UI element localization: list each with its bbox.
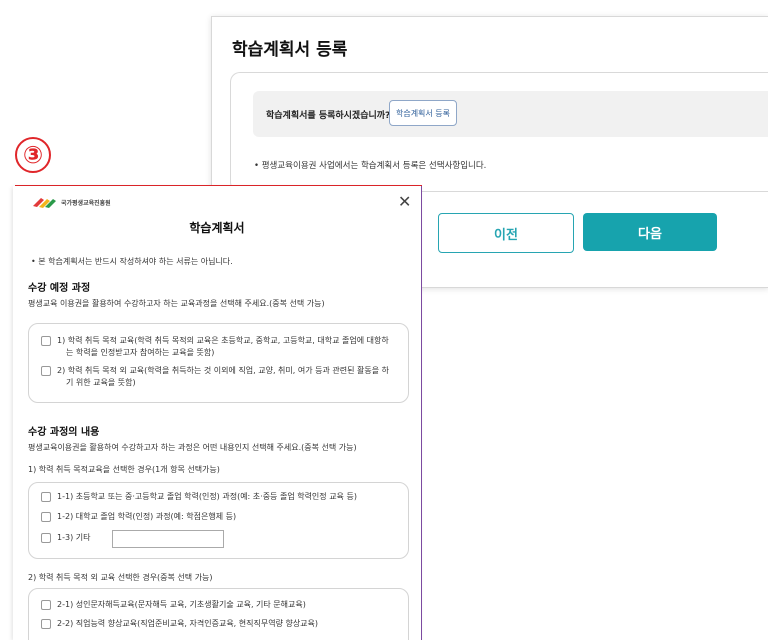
option-1-2[interactable]: 1-2) 대학교 졸업 학력(인정) 과정(예: 학점은행제 등) [41, 511, 236, 523]
option-label: 1-2) 대학교 졸업 학력(인정) 과정(예: 학점은행제 등) [57, 512, 237, 521]
checkbox[interactable] [41, 336, 51, 346]
register-question: 학습계획서를 등록하시겠습니까? [266, 111, 391, 121]
checkbox[interactable] [41, 619, 51, 629]
option-label-line: 기 위한 교육을 뜻함) [66, 378, 136, 387]
group2-label: 2) 학력 취득 목적 외 교육 선택한 경우(중복 선택 가능) [28, 573, 213, 582]
prev-button[interactable]: 이전 [438, 213, 574, 253]
checkbox[interactable] [41, 533, 51, 543]
option-1-1[interactable]: 1-1) 초등학교 또는 중·고등학교 졸업 학력(인정) 과정(예: 초·중등… [41, 491, 357, 503]
group2-options: 2-1) 성인문자해득교육(문자해득 교육, 기초생활기술 교육, 기타 문해교… [28, 588, 409, 640]
question-bar: 학습계획서를 등록하시겠습니까? 학습계획서 등록 [253, 91, 768, 137]
option-label: 1) 학력 취득 목적 교육(학력 취득 목적의 교육은 초등학교, 중학교, … [57, 335, 389, 359]
option-1-3[interactable]: 1-3) 기타 [41, 532, 90, 544]
option-label: 2-1) 성인문자해득교육(문자해득 교육, 기초생활기술 교육, 기타 문해교… [57, 600, 306, 609]
logo-icon [33, 198, 56, 208]
checkbox[interactable] [41, 512, 51, 522]
option-label: 1-1) 초등학교 또는 중·고등학교 졸업 학력(인정) 과정(예: 초·중등… [57, 492, 357, 501]
section-desc-planned: 평생교육 이용권을 활용하여 수강하고자 하는 교육과정을 선택해 주세요.(중… [28, 299, 325, 308]
group1-label: 1) 학력 취득 목적교육을 선택한 경우(1개 항목 선택가능) [28, 465, 220, 474]
option-label: 2) 학력 취득 목적 외 교육(학력을 취득하는 것 이외에 직업, 교양, … [57, 365, 389, 389]
modal-note: • 본 학습계획서는 반드시 작성하셔야 하는 서류는 아닙니다. [31, 257, 233, 266]
option-academic[interactable]: 1) 학력 취득 목적 교육(학력 취득 목적의 교육은 초등학교, 중학교, … [41, 335, 389, 359]
option-2-2[interactable]: 2-2) 직업능력 향상교육(직업준비교육, 자격인증교육, 현직직무역량 향상… [41, 618, 318, 630]
next-button[interactable]: 다음 [583, 213, 717, 251]
etc-input[interactable] [112, 530, 224, 548]
close-icon[interactable]: ✕ [398, 192, 411, 211]
section-desc-content: 평생교육이용권을 활용하여 수강하고자 하는 과정은 어떤 내용인지 선택해 주… [28, 443, 357, 452]
register-plan-button[interactable]: 학습계획서 등록 [389, 100, 457, 126]
option-2-1[interactable]: 2-1) 성인문자해득교육(문자해득 교육, 기초생활기술 교육, 기타 문해교… [41, 599, 306, 611]
option-label: 1-3) 기타 [57, 533, 91, 542]
logo-text: 국가평생교육진흥원 [61, 199, 111, 207]
option-label-line: 1) 학력 취득 목적 교육(학력 취득 목적의 교육은 초등학교, 중학교, … [57, 336, 389, 345]
option-label-line: 2) 학력 취득 목적 외 교육(학력을 취득하는 것 이외에 직업, 교양, … [57, 366, 389, 375]
section-title-content: 수강 과정의 내용 [28, 427, 100, 438]
modal-right-border [421, 186, 422, 640]
checkbox[interactable] [41, 366, 51, 376]
option-label-line: 는 학력을 인정받고자 참여하는 교육을 뜻함) [66, 348, 215, 357]
option-label: 2-2) 직업능력 향상교육(직업준비교육, 자격인증교육, 현직직무역량 향상… [57, 619, 319, 628]
checkbox[interactable] [41, 492, 51, 502]
planned-course-options: 1) 학력 취득 목적 교육(학력 취득 목적의 교육은 초등학교, 중학교, … [28, 323, 409, 403]
option-non-academic[interactable]: 2) 학력 취득 목적 외 교육(학력을 취득하는 것 이외에 직업, 교양, … [41, 365, 389, 389]
modal-title: 학습계획서 [189, 221, 245, 235]
step-marker: ③ [15, 137, 51, 173]
checkbox[interactable] [41, 600, 51, 610]
page-title: 학습계획서 등록 [232, 40, 348, 60]
register-box: 학습계획서를 등록하시겠습니까? 학습계획서 등록 • 평생교육이용권 사업에서… [230, 72, 768, 192]
learning-plan-modal: 국가평생교육진흥원 ✕ 학습계획서 • 본 학습계획서는 반드시 작성하셔야 하… [13, 186, 421, 640]
section-title-planned: 수강 예정 과정 [28, 283, 91, 294]
agency-logo: 국가평생교육진흥원 [33, 196, 111, 208]
group1-options: 1-1) 초등학교 또는 중·고등학교 졸업 학력(인정) 과정(예: 초·중등… [28, 482, 409, 559]
optional-note: • 평생교육이용권 사업에서는 학습계획서 등록은 선택사항입니다. [254, 161, 487, 171]
